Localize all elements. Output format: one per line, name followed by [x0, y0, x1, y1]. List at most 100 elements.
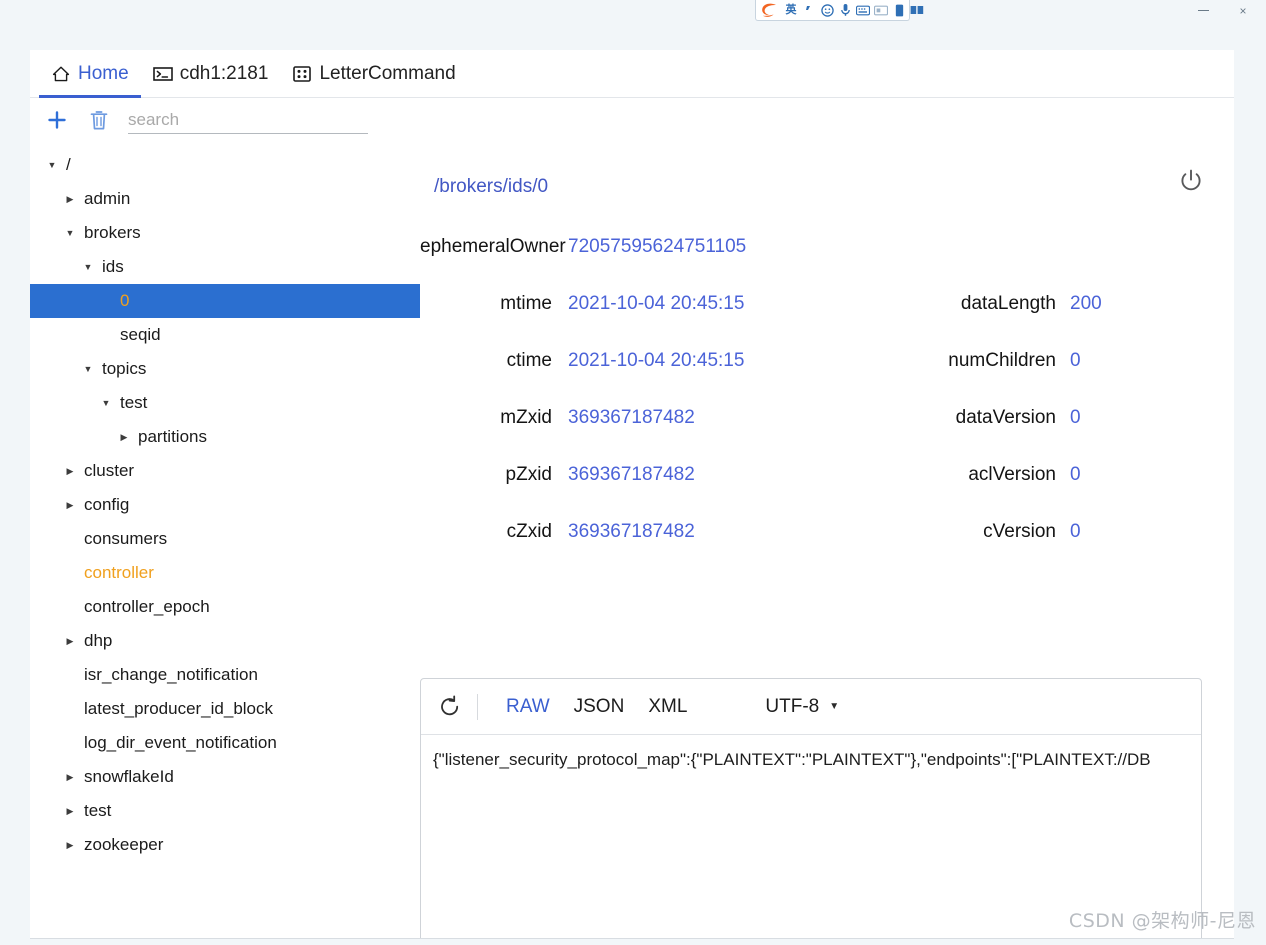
chevron-right-icon[interactable]: ▶: [116, 432, 132, 443]
tree-node-label: snowflakeId: [84, 767, 174, 786]
tree-node-admin[interactable]: ▶ admin: [30, 182, 420, 216]
metadata-value-dataversion: 0: [1070, 406, 1081, 428]
tree-node-label: consumers: [84, 529, 168, 548]
punctuation-icon[interactable]: [802, 2, 816, 18]
tree-node-isr-change-notification[interactable]: isr_change_notification: [30, 658, 420, 692]
four-dots-icon: [292, 64, 312, 84]
tree-node-test[interactable]: ▼ test: [30, 386, 420, 420]
voice-input-icon[interactable]: [838, 2, 852, 18]
ime-floating-toolbar[interactable]: 英: [755, 0, 924, 21]
format-raw-button[interactable]: RAW: [494, 697, 562, 716]
chevron-right-icon[interactable]: ▶: [62, 194, 78, 205]
metadata-key-mzxid: mZxid: [500, 406, 552, 428]
search-field-wrapper[interactable]: [128, 107, 368, 134]
metadata-row: mZxid 369367187482: [420, 389, 890, 446]
tree-node-dhp[interactable]: ▶ dhp: [30, 624, 420, 658]
format-json-button[interactable]: JSON: [562, 697, 637, 716]
app-window: Home cdh1:2181 LetterCommand search ▼ / …: [30, 50, 1234, 938]
znode-tree[interactable]: ▼ / ▶ admin ▼ brokers ▼ ids 0 seqid ▼ topics ▼ test ▶ p…: [30, 142, 420, 862]
tree-node-seqid[interactable]: seqid: [30, 318, 420, 352]
toolbox-icon[interactable]: [892, 2, 906, 18]
tree-node-controller-epoch[interactable]: controller_epoch: [30, 590, 420, 624]
search-input[interactable]: [128, 109, 368, 133]
format-xml-button[interactable]: XML: [636, 697, 699, 716]
chevron-right-icon[interactable]: ▶: [62, 806, 78, 817]
chevron-down-icon[interactable]: ▼: [80, 364, 96, 374]
tab-home[interactable]: Home: [39, 50, 141, 98]
tree-node-controller[interactable]: controller: [30, 556, 420, 590]
tree-node-label: config: [84, 495, 130, 514]
tree-pane: ▼/ ▶ admin ▼brokers▼ids0 seqid ▼topics▼test▶p…: [30, 98, 420, 938]
tree-node-label: cluster: [84, 461, 135, 480]
node-data-card: RAW JSON XML UTF-8 ▼ {"listener_security…: [420, 678, 1202, 938]
tree-node-topics[interactable]: ▼ topics: [30, 352, 420, 386]
metadata-key-aclversion: aclVersion: [968, 463, 1056, 485]
tree-node-cluster[interactable]: ▶ cluster: [30, 454, 420, 488]
tree-node-consumers[interactable]: consumers: [30, 522, 420, 556]
tree-node-snowflakeid[interactable]: ▶ snowflakeId: [30, 760, 420, 794]
minimize-icon: [1197, 10, 1209, 11]
chevron-down-icon[interactable]: ▼: [62, 228, 78, 238]
tab-cdh1-2181[interactable]: cdh1:2181: [141, 50, 281, 97]
tab-home-label: Home: [78, 62, 129, 84]
tree-node-label: zookeeper: [84, 835, 164, 854]
emoji-icon[interactable]: [820, 2, 834, 18]
chevron-right-icon[interactable]: ▶: [62, 500, 78, 511]
window-body: ▼/▶admin▼brokers▼ids0seqid▼topics▼test▶p…: [30, 98, 1234, 938]
tree-node-label: seqid: [120, 325, 161, 344]
chevron-down-icon[interactable]: ▼: [80, 262, 96, 272]
tree-node-ids[interactable]: ▼ ids: [30, 250, 420, 284]
delete-node-button[interactable]: [86, 107, 112, 133]
metadata-value-mtime: 2021-10-04 20:45:15: [568, 292, 745, 314]
tab-strip: Home cdh1:2181 LetterCommand: [30, 50, 1234, 98]
metadata-row: cVersion 0: [890, 503, 1234, 560]
tab-letter-command[interactable]: LetterCommand: [280, 50, 467, 97]
refresh-button[interactable]: [433, 690, 467, 724]
tree-node-config[interactable]: ▶ config: [30, 488, 420, 522]
chevron-right-icon[interactable]: ▶: [62, 466, 78, 477]
home-icon: [51, 64, 71, 84]
soft-keyboard-icon[interactable]: [856, 2, 870, 18]
chevron-right-icon[interactable]: ▶: [62, 840, 78, 851]
window-minimize-button[interactable]: [1186, 0, 1220, 21]
tree-node-0[interactable]: 0: [30, 284, 420, 318]
metadata-key-czxid: cZxid: [506, 520, 552, 542]
metadata-row: dataVersion 0: [890, 389, 1234, 446]
tree-node-label: latest_producer_id_block: [84, 699, 274, 718]
metadata-key-numchildren: numChildren: [948, 349, 1056, 371]
node-path: /brokers/ids/0: [434, 176, 549, 197]
tree-node-[interactable]: ▼ /: [30, 148, 420, 182]
chevron-right-icon[interactable]: ▶: [62, 636, 78, 647]
disconnect-button[interactable]: [1176, 166, 1206, 196]
tree-node-log-dir-event-notification[interactable]: log_dir_event_notification: [30, 726, 420, 760]
metadata-key-datalength: dataLength: [960, 292, 1056, 314]
chevron-down-icon[interactable]: ▼: [44, 160, 60, 170]
tree-node-label: controller_epoch: [84, 597, 210, 616]
sogou-logo-icon[interactable]: [760, 2, 780, 18]
metadata-row: aclVersion 0: [890, 446, 1234, 503]
metadata-value-czxid: 369367187482: [568, 520, 695, 542]
metadata-value-aclversion: 0: [1070, 463, 1081, 485]
tree-node-zookeeper[interactable]: ▶ zookeeper: [30, 828, 420, 862]
node-detail-pane: /brokers/ids/0 ephemeralOwner 72057595624…: [420, 98, 1234, 938]
tree-node-test[interactable]: ▶ test: [30, 794, 420, 828]
metadata-value-ephemeralowner: 72057595624751105: [568, 235, 747, 257]
chevron-right-icon[interactable]: ▶: [62, 772, 78, 783]
encoding-dropdown[interactable]: UTF-8 ▼: [765, 696, 839, 718]
tree-node-brokers[interactable]: ▼ brokers: [30, 216, 420, 250]
tree-node-latest-producer-id-block[interactable]: latest_producer_id_block: [30, 692, 420, 726]
window-close-button[interactable]: ×: [1226, 0, 1260, 21]
node-data-toolbar: RAW JSON XML UTF-8 ▼: [421, 679, 1201, 735]
screenshot-icon[interactable]: [874, 2, 888, 18]
metadata-value-mzxid: 369367187482: [568, 406, 695, 428]
metadata-key-mtime: mtime: [500, 292, 552, 314]
more-icon[interactable]: [910, 2, 924, 18]
add-node-button[interactable]: [44, 107, 70, 133]
tree-node-label: isr_change_notification: [84, 665, 258, 684]
metadata-key-pzxid: pZxid: [505, 463, 552, 485]
chevron-down-icon[interactable]: ▼: [98, 398, 114, 408]
chinese-english-toggle-icon[interactable]: 英: [784, 2, 798, 18]
tree-node-label: admin: [84, 189, 131, 208]
tree-node-partitions[interactable]: ▶ partitions: [30, 420, 420, 454]
refresh-icon: [441, 695, 459, 715]
